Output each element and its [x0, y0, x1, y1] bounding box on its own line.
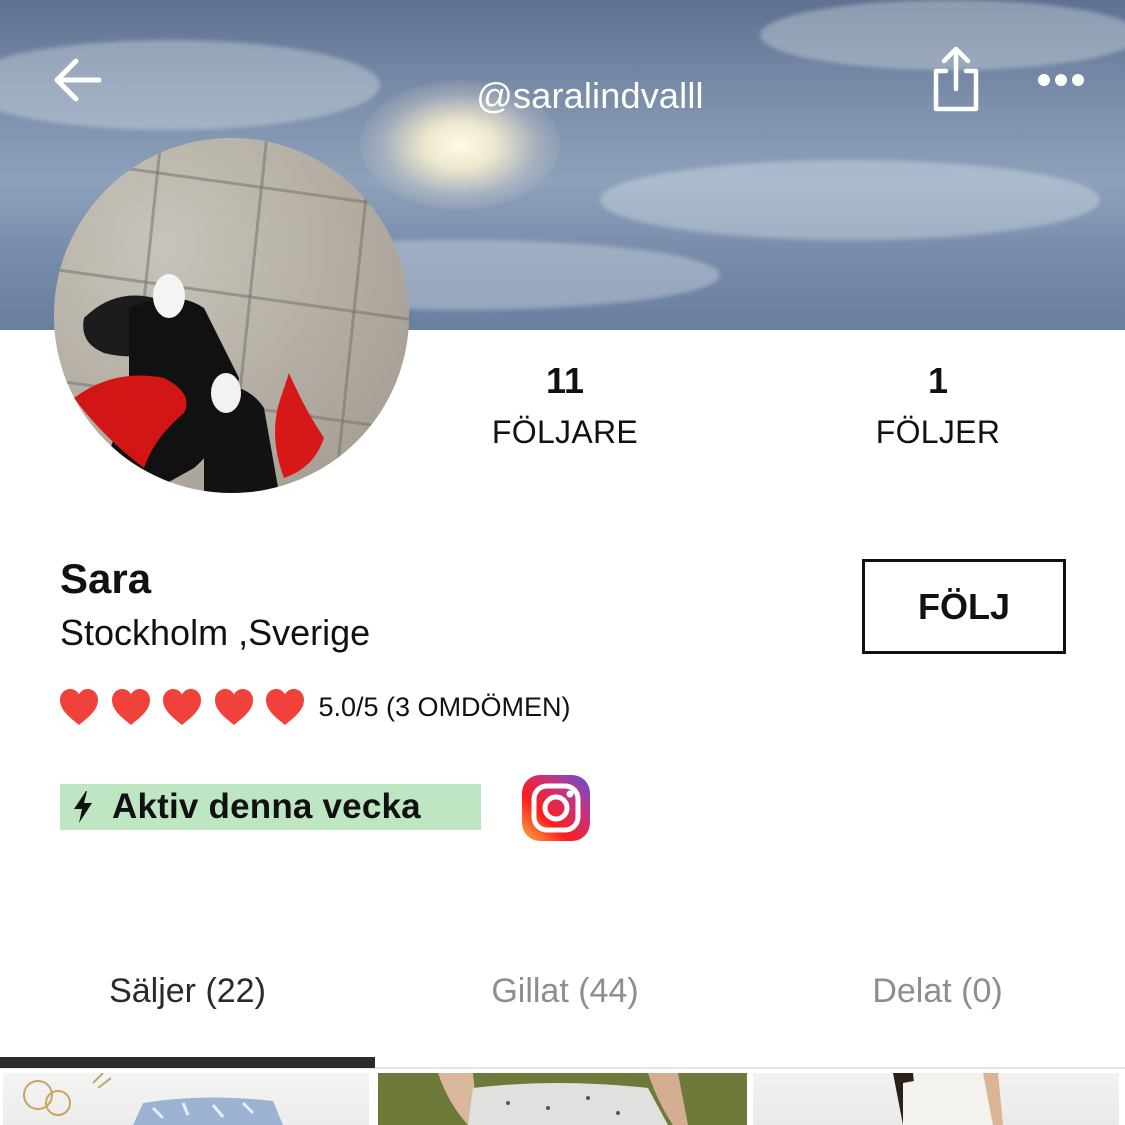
heart-icon [266, 689, 304, 725]
lightning-icon [74, 791, 92, 823]
more-options-button[interactable] [1030, 58, 1092, 102]
avatar[interactable] [54, 138, 409, 493]
avatar-photo [74, 274, 324, 493]
rating-text: 5.0/5 (3 OMDÖMEN) [318, 691, 571, 722]
profile-name: Sara [60, 555, 152, 602]
followers-label: FÖLJARE [491, 414, 639, 450]
heart-icon [111, 689, 150, 725]
active-tab-indicator [0, 1057, 375, 1068]
following-stat[interactable]: 1 FÖLJER [848, 360, 1028, 451]
heart-icon [214, 689, 253, 725]
back-button[interactable] [44, 50, 112, 110]
instagram-link[interactable] [521, 774, 591, 842]
heart-icon [60, 689, 98, 725]
follow-button[interactable]: FÖLJ [862, 559, 1066, 654]
active-badge-text: Aktiv denna vecka [112, 787, 421, 826]
profile-username: @saralindvalll [476, 75, 704, 116]
share-button[interactable] [920, 40, 992, 120]
cloud [600, 160, 1100, 240]
product-thumbnail[interactable] [3, 1073, 369, 1125]
arrow-left-icon [54, 58, 102, 102]
share-icon [933, 46, 979, 112]
tab-liked[interactable]: Gillat (44) [440, 972, 690, 1024]
product-thumbnail[interactable] [378, 1073, 747, 1125]
rating-row[interactable]: 5.0/5 (3 OMDÖMEN) [58, 683, 571, 731]
product-image [378, 1073, 747, 1125]
more-dots-icon [1038, 74, 1084, 86]
followers-count: 11 [545, 360, 585, 401]
following-count: 1 [927, 360, 949, 401]
product-image [23, 1073, 283, 1125]
tab-selling[interactable]: Säljer (22) [60, 972, 315, 1024]
tab-shared[interactable]: Delat (0) [820, 972, 1055, 1024]
following-label: FÖLJER [875, 414, 1001, 450]
heart-icon [163, 689, 201, 725]
followers-stat[interactable]: 11 FÖLJARE [470, 360, 660, 451]
active-badge: Aktiv denna vecka [60, 784, 481, 830]
product-thumbnail[interactable] [753, 1073, 1119, 1125]
instagram-icon [522, 775, 590, 841]
profile-location: Stockholm ,Sverige [60, 612, 371, 653]
product-image [893, 1073, 1003, 1125]
